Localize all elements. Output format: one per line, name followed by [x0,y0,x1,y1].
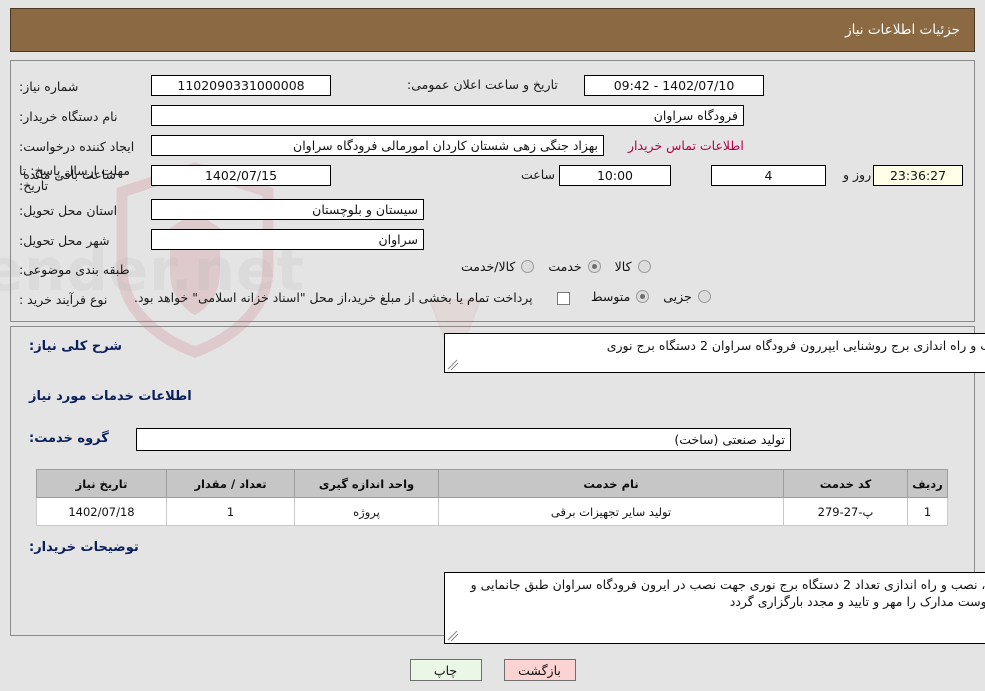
buyer-org-value: فرودگاه سراوان [151,105,744,126]
subject-category-radios: کالا خدمت کالا/خدمت [451,259,651,274]
delivery-province-value: سیستان و بلوچستان [151,199,424,220]
resize-grip-icon-notes[interactable] [447,630,459,642]
islamic-treasury-checkbox[interactable] [557,292,570,305]
radio-kala-label: کالا [614,259,632,274]
label-countdown-hours: ساعت باقی مانده [23,167,116,182]
table-row: 1 پ-27-279 تولید سایر تجهیزات برقی پروژه… [36,497,948,526]
label-need-number: شماره نیاز: [19,79,79,94]
resize-grip-icon[interactable] [447,359,459,371]
delivery-city-value: سراوان [151,229,424,250]
label-purchase-process: نوع فرآیند خرید : [19,292,108,307]
col-service-code: کد خدمت [783,469,908,498]
label-days-remaining: روز و [843,167,872,182]
buyer-notes-line1: طراحی ،تهیه ، حمل ، نصب و راه اندازی تعد… [470,577,985,592]
label-delivery-province: استان محل تحویل: [19,203,118,218]
print-button[interactable]: چاپ [409,659,482,681]
buyer-notes-line2: نقشه طبق مدارک پیوست مدارک را مهر و تایی… [729,594,985,609]
label-subject-category: طبقه بندی موضوعی: [19,262,130,277]
radio-kala-khedmat[interactable] [521,260,535,273]
cell-service-name: تولید سایر تجهیزات برقی [438,497,784,526]
page-root: AriaTender.net جزئیات اطلاعات نیاز شماره… [0,0,985,691]
label-delivery-city: شهر محل تحویل: [19,233,110,248]
request-creator-value: بهزاد جنگی زهی شستان کاردان امورمالی فرو… [151,135,604,156]
response-deadline-time: 10:00 [559,165,671,186]
col-row-no: ردیف [907,469,948,498]
back-button[interactable]: بازگشت [503,659,576,681]
days-remaining-value: 4 [711,165,826,186]
label-buyer-org: نام دستگاه خریدار: [19,109,118,124]
label-request-creator: ایجاد کننده درخواست: [19,139,135,154]
label-general-description: شرح کلی نیاز: [29,339,123,354]
radio-kala-khedmat-label: کالا/خدمت [461,259,516,274]
footer-button-bar: بازگشت چاپ [0,659,985,681]
radio-khedmat[interactable] [587,260,601,273]
label-deadline-time: ساعت [521,167,556,182]
response-deadline-date: 1402/07/15 [151,165,331,186]
need-summary-section: شماره نیاز: نام دستگاه خریدار: ایجاد کنن… [10,60,975,322]
buyer-contact-link[interactable]: اطلاعات تماس خریدار [628,138,744,153]
label-service-group: گروه خدمت: [29,431,109,446]
table-header-row: ردیف کد خدمت نام خدمت واحد اندازه گیری ت… [36,469,948,498]
col-quantity: تعداد / مقدار [166,469,295,498]
radio-khedmat-label: خدمت [548,259,582,274]
announce-datetime-value: 1402/07/10 - 09:42 [584,75,764,96]
need-details-section: شرح کلی نیاز: خرید ،طراحی،و نصب و راه ان… [10,326,985,644]
page-header: جزئیات اطلاعات نیاز [10,8,975,52]
services-heading: اطلاعات خدمات مورد نیاز [29,389,192,404]
service-group-value: تولید صنعتی (ساخت) [136,428,791,451]
cell-unit: پروژه [294,497,439,526]
islamic-treasury-statement: پرداخت تمام یا بخشی از مبلغ خرید،از محل … [134,290,533,305]
radio-kala[interactable] [637,260,651,273]
main-panel: شماره نیاز: نام دستگاه خریدار: ایجاد کنن… [10,60,985,644]
radio-jozee[interactable] [697,290,711,303]
buyer-notes-textarea[interactable]: طراحی ،تهیه ، حمل ، نصب و راه اندازی تعد… [444,572,985,644]
label-buyer-notes: توضیحات خریدار: [29,540,139,555]
general-description-text: خرید ،طراحی،و نصب و راه اندازی برج روشنا… [606,338,985,353]
general-description-textarea[interactable]: خرید ،طراحی،و نصب و راه اندازی برج روشنا… [444,333,985,373]
cell-service-code: پ-27-279 [783,497,908,526]
cell-row-no: 1 [907,497,948,526]
radio-motavasset-label: متوسط [591,289,631,304]
purchase-process-radios: جزیی متوسط [581,289,711,304]
col-need-date: تاریخ نیاز [36,469,167,498]
radio-jozee-label: جزیی [663,289,692,304]
need-number-value: 1102090331000008 [151,75,331,96]
radio-motavasset[interactable] [636,290,650,303]
cell-need-date: 1402/07/18 [36,497,167,526]
cell-quantity: 1 [166,497,295,526]
label-announce-datetime: تاریخ و ساعت اعلان عمومی: [407,77,558,92]
countdown-value: 23:36:27 [873,165,963,186]
services-table: ردیف کد خدمت نام خدمت واحد اندازه گیری ت… [36,469,948,526]
page-title: جزئیات اطلاعات نیاز [845,22,960,38]
col-unit: واحد اندازه گیری [294,469,439,498]
col-service-name: نام خدمت [438,469,784,498]
